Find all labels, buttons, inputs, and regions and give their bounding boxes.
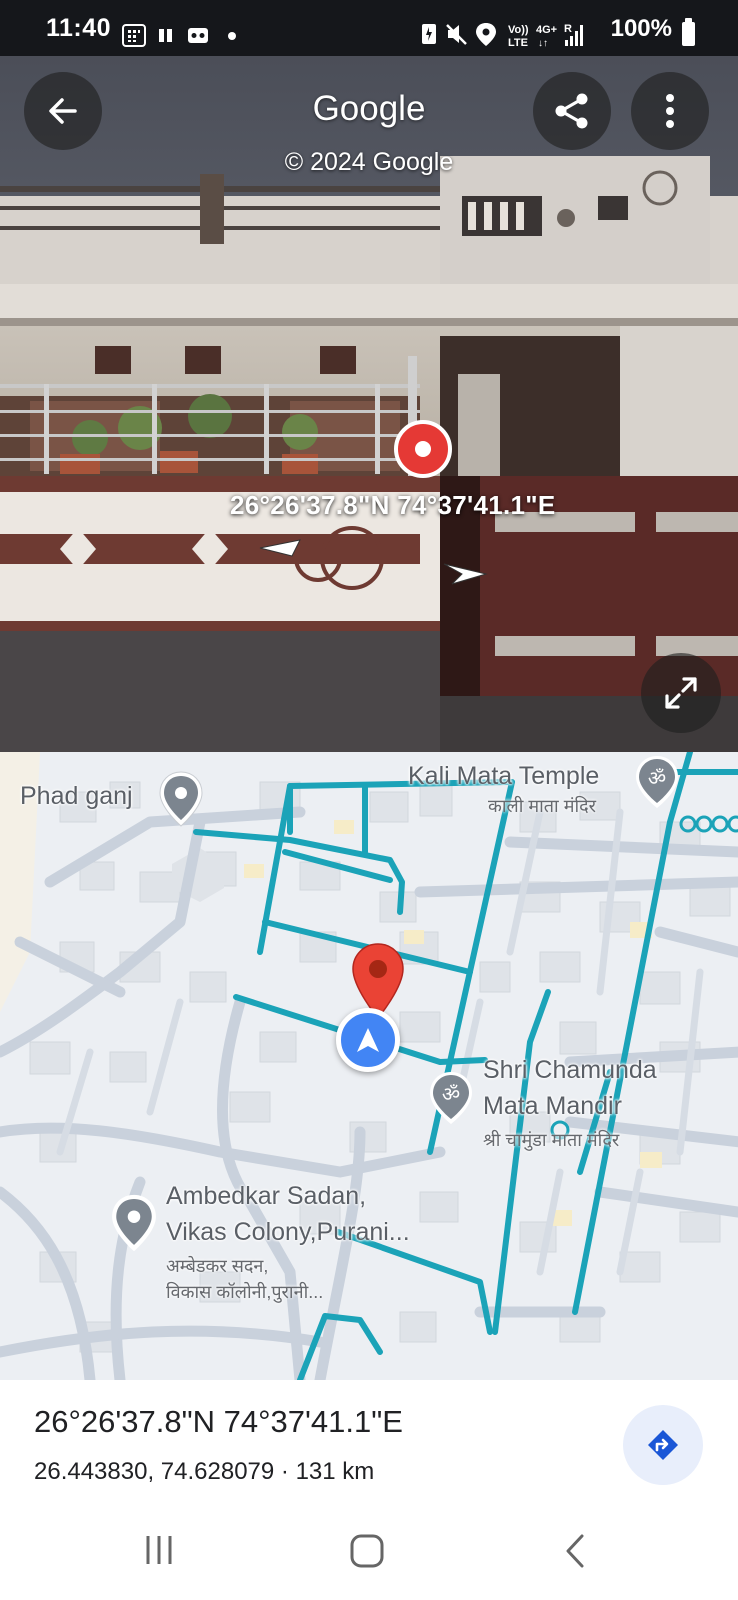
navigation-arrow-icon bbox=[357, 1028, 379, 1052]
place-title: 26°26'37.8"N 74°37'41.1"E bbox=[34, 1404, 403, 1439]
svg-text:↓↑: ↓↑ bbox=[538, 38, 548, 49]
expand-icon bbox=[665, 677, 697, 709]
place-label[interactable]: Kali Mata Temple bbox=[408, 762, 599, 791]
street-view-panorama[interactable]: Google © 2024 Google 26°26'37.8"N 74°37'… bbox=[0, 56, 738, 752]
expand-button[interactable] bbox=[641, 653, 721, 733]
marker-dot bbox=[415, 441, 431, 457]
svg-text:ॐ: ॐ bbox=[648, 766, 666, 790]
place-details-panel: 26°26'37.8"N 74°37'41.1"E 26.443830, 74.… bbox=[0, 1380, 738, 1510]
map-view[interactable]: Phad ganj Kali Mata Temple काली माता मंद… bbox=[0, 752, 738, 1380]
system-status-icons: Vo)) LTE 4G+ ↓↑ R bbox=[422, 23, 583, 49]
svg-text:Vo)): Vo)) bbox=[508, 24, 529, 36]
street-view-title: Google bbox=[312, 89, 426, 128]
place-local-label: विकास कॉलोनी,पुरानी... bbox=[166, 1282, 324, 1302]
svg-text:R: R bbox=[564, 23, 572, 35]
place-local-label: श्री चामुंडा माता मंदिर bbox=[483, 1130, 620, 1150]
battery-percentage: 100% bbox=[610, 15, 672, 42]
place-label[interactable]: Vikas Colony,Purani... bbox=[166, 1218, 410, 1247]
place-label[interactable]: Ambedkar Sadan, bbox=[166, 1182, 366, 1211]
notification-icons bbox=[122, 24, 236, 47]
directions-icon bbox=[648, 1430, 678, 1460]
place-pin-icon[interactable] bbox=[158, 770, 204, 828]
place-local-label: अम्बेडकर सदन, bbox=[166, 1256, 269, 1276]
battery-icon bbox=[682, 18, 695, 46]
place-pin-icon[interactable] bbox=[110, 1192, 158, 1254]
copyright-text: © 2024 Google bbox=[284, 148, 454, 176]
status-time: 11:40 bbox=[46, 14, 112, 42]
place-subtitle: 26.443830, 74.628079 · 131 km bbox=[34, 1458, 375, 1485]
svg-text:LTE: LTE bbox=[508, 37, 528, 49]
svg-text:4G+: 4G+ bbox=[536, 24, 557, 36]
street-view-coordinates: 26°26'37.8"N 74°37'41.1"E bbox=[230, 490, 556, 520]
location-marker[interactable] bbox=[394, 420, 452, 478]
svg-text:ॐ: ॐ bbox=[442, 1082, 460, 1106]
system-navigation-bar bbox=[0, 1510, 738, 1600]
my-location-marker[interactable] bbox=[336, 1008, 400, 1072]
home-icon[interactable] bbox=[348, 1532, 386, 1570]
status-bar: 11:40 Vo)) LTE 4G+ ↓↑ R 100% bbox=[0, 0, 738, 56]
place-label[interactable]: Shri Chamunda bbox=[483, 1056, 657, 1085]
back-nav-icon[interactable] bbox=[560, 1532, 590, 1570]
recent-apps-icon[interactable] bbox=[142, 1532, 178, 1568]
temple-pin-icon[interactable]: ॐ bbox=[634, 754, 680, 810]
directions-button[interactable] bbox=[623, 1405, 703, 1485]
place-label[interactable]: Mata Mandir bbox=[483, 1092, 622, 1121]
place-local-label: काली माता मंदिर bbox=[488, 796, 597, 816]
temple-pin-icon[interactable]: ॐ bbox=[428, 1070, 474, 1126]
place-label[interactable]: Phad ganj bbox=[20, 782, 133, 811]
